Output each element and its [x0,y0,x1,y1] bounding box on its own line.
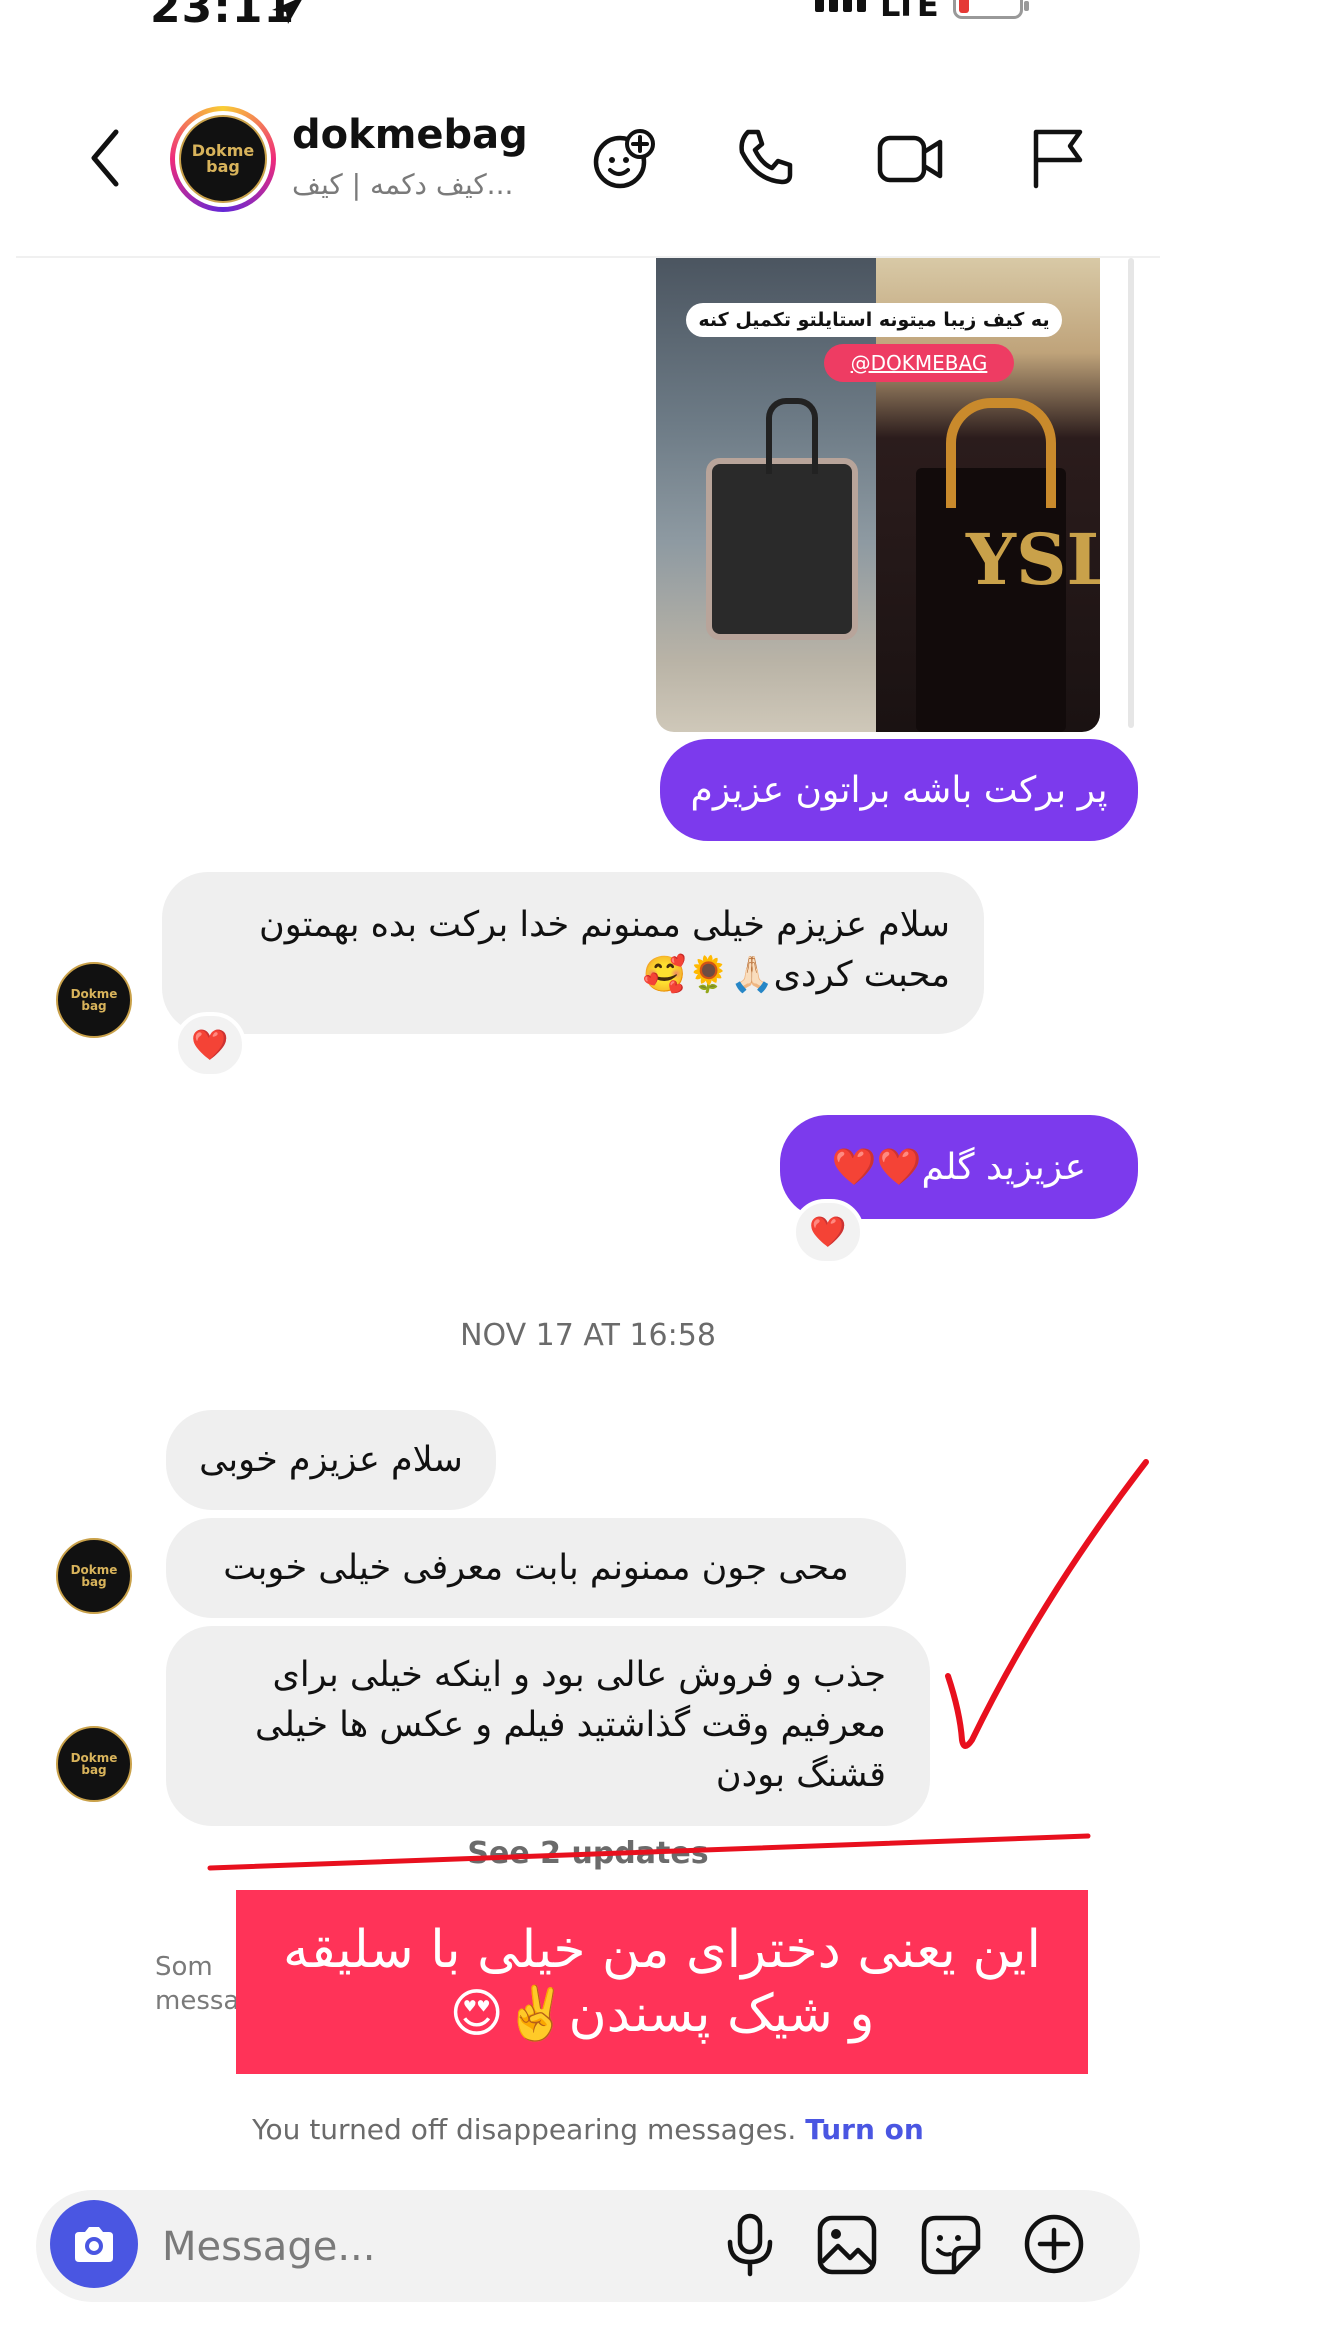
sender-avatar[interactable]: Dokme bag [56,962,132,1038]
header-avatar[interactable]: Dokme bag [170,106,276,212]
status-indicators: LTE [815,0,1029,24]
media-scroll-edge [1128,258,1134,728]
chat-subtitle: کیف دکمه | کیف... [292,168,514,201]
red-checkmark-annotation [0,1440,1160,1880]
gallery-icon[interactable] [816,2214,878,2276]
flag-icon[interactable] [1030,126,1088,190]
post-caption: یه کیف زیبا میتونه استایلتو تکمیل کنه 🤌😍 [686,303,1062,365]
date-separator: NOV 17 AT 16:58 [460,1318,716,1353]
effects-icon[interactable] [592,126,658,192]
location-arrow-icon [268,0,308,24]
plus-icon[interactable] [1022,2212,1086,2276]
disappearing-notice: You turned off disappearing messages. Tu… [0,2113,1176,2146]
heart-reaction-icon[interactable]: ❤️ [174,1012,246,1078]
disappearing-text: You turned off disappearing messages. [252,2113,797,2146]
message-text: سلام عزیزم خیلی ممنونم خدا برکت بده بهمت… [258,905,950,995]
outgoing-message[interactable]: پر برکت باشه براتون عزیزم [660,739,1138,841]
message-input[interactable] [160,2218,684,2276]
annotation-banner: این یعنی دخترای من خیلی با سلیقه و شیک پ… [236,1890,1088,2074]
back-icon[interactable] [86,128,126,188]
shared-post-image[interactable]: YSL یه کیف زیبا میتونه استایلتو تکمیل کن… [656,258,1100,732]
camera-button[interactable] [50,2200,138,2288]
message-text: عزیزید گلم❤️❤️ [831,1147,1087,1188]
message-text: پر برکت باشه براتون عزیزم [690,769,1108,811]
incoming-message[interactable]: سلام عزیزم خیلی ممنونم خدا برکت بده بهمت… [162,872,984,1034]
signal-icon [815,0,866,12]
mic-icon[interactable] [722,2212,778,2278]
battery-icon [952,0,1029,19]
sticker-icon[interactable] [920,2214,982,2276]
turn-on-link[interactable]: Turn on [805,2113,924,2146]
post-tag[interactable]: @DOKMEBAG [824,344,1014,382]
phone-icon[interactable] [734,126,796,188]
chat-title[interactable]: dokmebag [292,112,528,158]
avatar: Dokme bag [179,115,267,203]
video-icon[interactable] [876,132,946,186]
partially-hidden-note: Som messa [155,1952,240,2016]
network-label: LTE [880,0,939,24]
heart-reaction-icon[interactable]: ❤️ [792,1199,864,1265]
camera-icon [71,2224,117,2264]
